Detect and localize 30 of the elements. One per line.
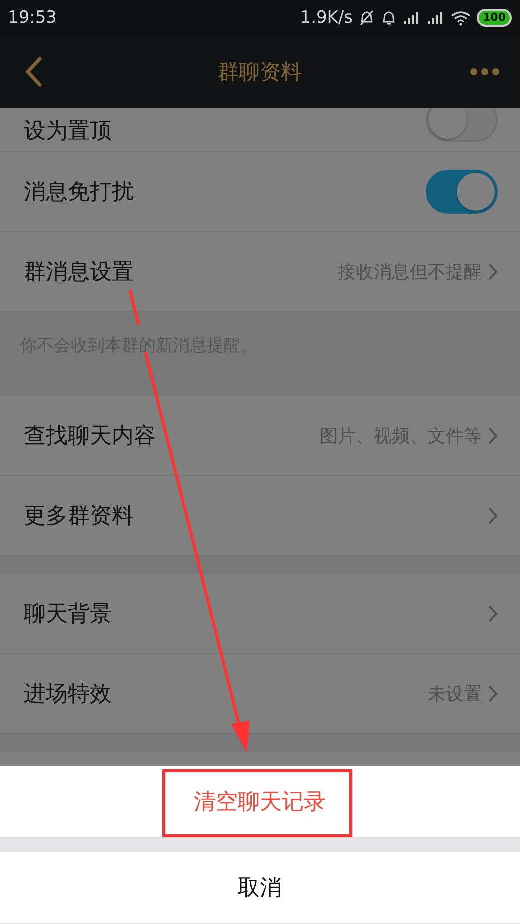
row-label: 聊天背景 bbox=[24, 600, 113, 628]
settings-row[interactable]: 消息免打扰 bbox=[0, 152, 520, 232]
row-label: 群消息设置 bbox=[24, 258, 135, 286]
row-label: 消息免打扰 bbox=[24, 178, 135, 206]
row-label: 设为置顶 bbox=[24, 118, 113, 146]
chevron-right-icon bbox=[488, 262, 498, 280]
settings-row[interactable]: 设为置顶 bbox=[0, 108, 520, 152]
battery-level: 100 bbox=[477, 9, 512, 27]
chevron-right-icon bbox=[488, 684, 498, 702]
toggle-switch[interactable] bbox=[426, 170, 498, 214]
sheet-option[interactable]: 清空聊天记录 bbox=[0, 766, 520, 838]
row-label: 查找聊天内容 bbox=[24, 422, 157, 450]
more-icon bbox=[470, 68, 500, 76]
bell-icon bbox=[381, 9, 398, 27]
signal-icon bbox=[403, 11, 422, 25]
chevron-right-icon bbox=[488, 506, 498, 524]
signal-icon bbox=[427, 11, 446, 25]
clock-time: 19:53 bbox=[8, 8, 57, 28]
settings-row[interactable]: 聊天背景 bbox=[0, 574, 520, 654]
chevron-right-icon bbox=[488, 604, 498, 622]
wifi-icon bbox=[451, 10, 472, 26]
settings-row[interactable]: 更多群资料 bbox=[0, 476, 520, 556]
page-title: 群聊资料 bbox=[218, 60, 302, 84]
row-label: 更多群资料 bbox=[24, 502, 135, 530]
cancel-button[interactable]: 取消 bbox=[0, 852, 520, 924]
chevron-right-icon bbox=[488, 426, 498, 444]
bell-off-icon bbox=[359, 9, 376, 27]
row-label: 进场特效 bbox=[24, 680, 113, 708]
network-speed: 1.9K/s bbox=[300, 8, 354, 28]
toggle-switch[interactable] bbox=[426, 108, 498, 142]
